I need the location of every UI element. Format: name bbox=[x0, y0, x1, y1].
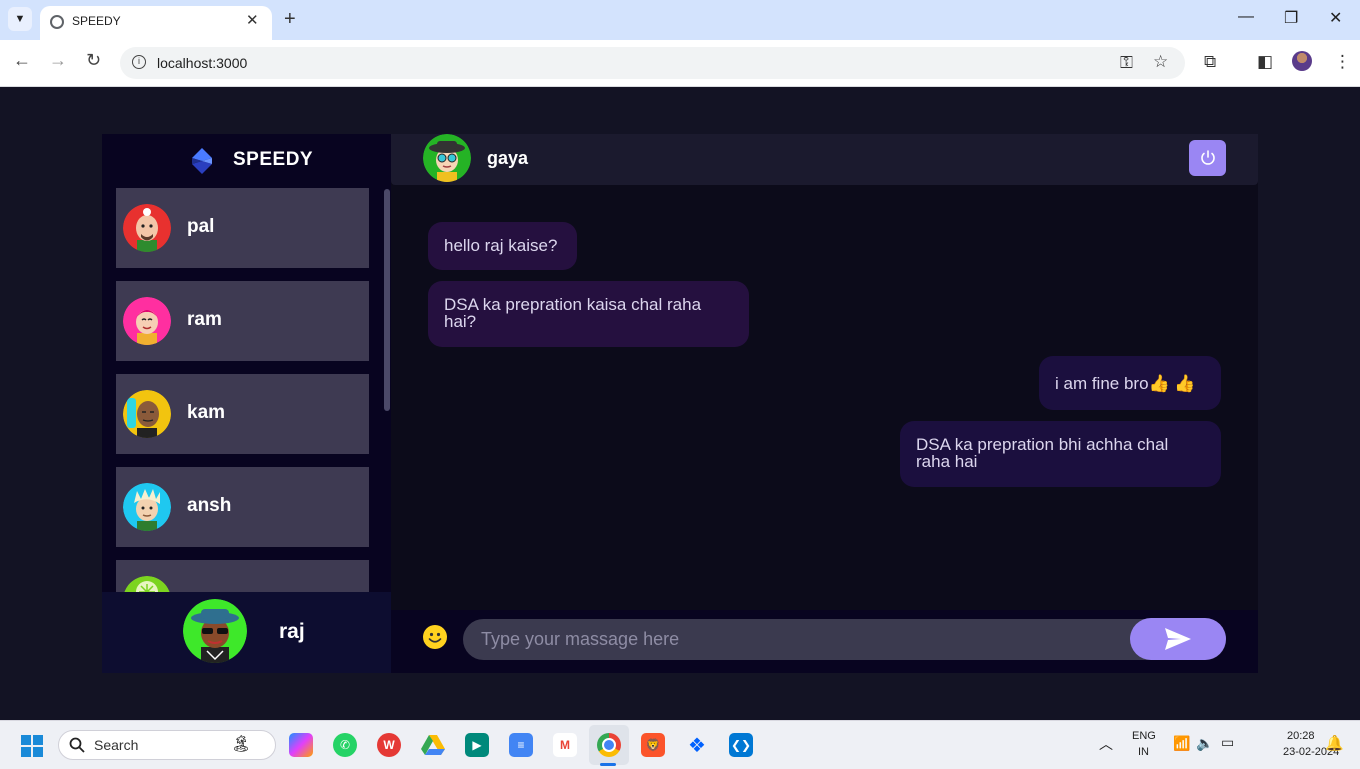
contact-item[interactable]: ansh bbox=[116, 467, 369, 547]
contact-list[interactable]: pal ram kam ansh bbox=[116, 188, 369, 592]
page-background: SPEEDY pal ram kam ansh raj gaya hello r… bbox=[0, 87, 1360, 720]
search-label: Search bbox=[94, 737, 139, 753]
restore-icon[interactable]: ❐ bbox=[1284, 8, 1298, 28]
new-tab-icon[interactable]: + bbox=[284, 8, 296, 31]
site-info-icon[interactable]: i bbox=[132, 55, 146, 69]
contact-item[interactable]: ram bbox=[116, 281, 369, 361]
emoji-picker-icon[interactable] bbox=[423, 625, 447, 649]
bookmark-star-icon[interactable]: ☆ bbox=[1153, 52, 1168, 72]
taskbar-search-box[interactable]: Search 🏝 bbox=[58, 730, 276, 760]
avatar bbox=[123, 204, 171, 252]
os-taskbar: Search 🏝 ✆ W ▶ ≡ M 🦁 ❖ ❮❯ ︿ ENG IN 📶 🔈 ▭… bbox=[0, 720, 1360, 769]
copilot-icon[interactable] bbox=[289, 733, 313, 757]
contact-name: ram bbox=[187, 309, 222, 330]
brand-header: SPEEDY bbox=[102, 134, 391, 186]
search-icon bbox=[69, 737, 85, 753]
chat-header: gaya bbox=[391, 134, 1258, 185]
vscode-icon[interactable]: ❮❯ bbox=[729, 733, 753, 757]
address-bar[interactable]: i localhost:3000 ⚿ ☆ bbox=[120, 47, 1185, 79]
dropbox-icon[interactable]: ❖ bbox=[685, 733, 709, 757]
send-icon bbox=[1165, 628, 1191, 650]
speedy-logo-icon bbox=[192, 148, 212, 174]
contact-item[interactable]: kam bbox=[116, 374, 369, 454]
gmail-icon[interactable]: M bbox=[553, 733, 577, 757]
outgoing-message: i am fine bro👍 👍 bbox=[1039, 356, 1221, 410]
contact-name: ansh bbox=[187, 495, 232, 516]
browser-tab[interactable]: SPEEDY ✕ bbox=[40, 6, 272, 40]
wps-office-icon[interactable]: W bbox=[377, 733, 401, 757]
password-key-icon[interactable]: ⚿ bbox=[1120, 53, 1133, 73]
language-indicator[interactable]: ENG bbox=[1132, 730, 1156, 742]
contact-name: pal bbox=[187, 216, 215, 237]
power-icon bbox=[1200, 150, 1215, 165]
brave-icon[interactable]: 🦁 bbox=[641, 733, 665, 757]
avatar bbox=[183, 599, 247, 663]
close-window-icon[interactable]: ✕ bbox=[1329, 8, 1342, 28]
current-user-name: raj bbox=[279, 620, 305, 643]
incoming-message: DSA ka prepration kaisa chal raha hai? bbox=[428, 281, 749, 347]
google-docs-icon[interactable]: ≡ bbox=[509, 733, 533, 757]
tab-search-dropdown-icon[interactable]: ▼ bbox=[8, 7, 32, 31]
url-text[interactable]: localhost:3000 bbox=[157, 55, 247, 71]
notification-bell-icon[interactable]: 🔔 bbox=[1325, 734, 1344, 752]
message-composer bbox=[391, 610, 1258, 673]
forward-icon[interactable]: → bbox=[49, 50, 67, 71]
contact-item[interactable] bbox=[116, 560, 369, 592]
profile-avatar[interactable] bbox=[1292, 51, 1312, 71]
send-button[interactable] bbox=[1130, 618, 1226, 660]
avatar bbox=[123, 390, 171, 438]
close-tab-icon[interactable]: ✕ bbox=[246, 11, 259, 29]
google-drive-icon[interactable] bbox=[421, 733, 445, 757]
side-panel-icon[interactable]: ◧ bbox=[1257, 52, 1273, 72]
logout-button[interactable] bbox=[1189, 140, 1226, 176]
clock-time[interactable]: 20:28 bbox=[1287, 730, 1315, 742]
contacts-scrollbar[interactable] bbox=[384, 189, 390, 411]
minimize-icon[interactable]: — bbox=[1238, 8, 1254, 26]
wifi-icon[interactable]: 📶 bbox=[1173, 735, 1190, 752]
globe-icon bbox=[50, 15, 64, 29]
chat-app-container: SPEEDY pal ram kam ansh raj gaya hello r… bbox=[102, 134, 1258, 673]
reload-icon[interactable]: ↻ bbox=[86, 50, 101, 71]
chrome-icon[interactable] bbox=[597, 733, 621, 757]
menu-dots-icon[interactable]: ⋮ bbox=[1334, 52, 1351, 72]
tab-title: SPEEDY bbox=[72, 14, 121, 28]
contact-item[interactable]: pal bbox=[116, 188, 369, 268]
avatar bbox=[123, 297, 171, 345]
google-meet-icon[interactable]: ▶ bbox=[465, 733, 489, 757]
battery-icon[interactable]: ▭ bbox=[1221, 734, 1234, 751]
chat-contact-name: gaya bbox=[487, 148, 529, 168]
contacts-sidebar: SPEEDY pal ram kam ansh raj bbox=[102, 134, 391, 673]
extensions-icon[interactable]: ⧉ bbox=[1204, 52, 1216, 72]
whatsapp-icon[interactable]: ✆ bbox=[333, 733, 357, 757]
windows-start-icon[interactable] bbox=[20, 734, 44, 758]
incoming-message: hello raj kaise? bbox=[428, 222, 577, 270]
back-icon[interactable]: ← bbox=[13, 50, 31, 71]
brand-name: SPEEDY bbox=[233, 149, 314, 170]
chevron-up-icon[interactable]: ︿ bbox=[1099, 734, 1113, 754]
active-app-indicator bbox=[600, 763, 616, 766]
current-user-panel: raj bbox=[102, 592, 391, 673]
search-highlight-icon: 🏝 bbox=[231, 736, 252, 753]
message-input[interactable] bbox=[463, 619, 1226, 660]
browser-toolbar: ← → ↻ i localhost:3000 ⚿ ☆ ⧉ ◧ ⋮ bbox=[0, 40, 1360, 87]
volume-icon[interactable]: 🔈 bbox=[1196, 735, 1213, 752]
avatar bbox=[123, 576, 171, 592]
language-region[interactable]: IN bbox=[1138, 746, 1149, 758]
message-list: hello raj kaise? DSA ka prepration kaisa… bbox=[391, 185, 1258, 610]
outgoing-message: DSA ka prepration bhi achha chal raha ha… bbox=[900, 421, 1221, 487]
contact-name: kam bbox=[187, 402, 226, 423]
browser-tab-bar: ▼ SPEEDY ✕ + — ❐ ✕ bbox=[0, 0, 1360, 40]
avatar bbox=[123, 483, 171, 531]
avatar bbox=[423, 134, 471, 182]
